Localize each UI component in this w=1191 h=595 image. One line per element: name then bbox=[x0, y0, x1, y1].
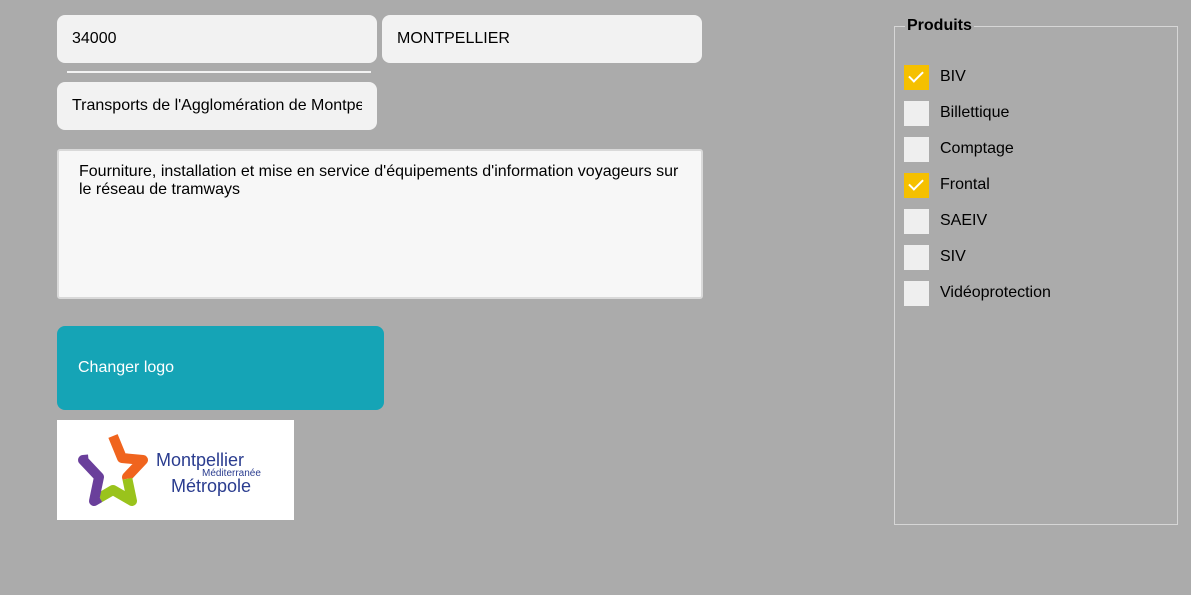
star-logo-icon bbox=[78, 431, 148, 506]
product-option-label: Frontal bbox=[940, 176, 990, 193]
field-divider bbox=[67, 71, 371, 73]
product-option-label: BIV bbox=[940, 68, 966, 85]
product-option-frontal[interactable]: Frontal bbox=[904, 172, 990, 198]
checkbox[interactable] bbox=[904, 100, 929, 126]
products-legend: Produits bbox=[907, 17, 972, 34]
change-logo-button[interactable]: Changer logo bbox=[57, 326, 384, 410]
logo-text-line3: Métropole bbox=[171, 476, 252, 496]
checkbox[interactable] bbox=[904, 208, 929, 234]
checkbox[interactable] bbox=[904, 172, 929, 198]
product-option-label: Vidéoprotection bbox=[940, 284, 1051, 301]
checkbox[interactable] bbox=[904, 64, 929, 90]
product-option-billettique[interactable]: Billettique bbox=[904, 100, 1009, 126]
checkbox[interactable] bbox=[904, 136, 929, 162]
description-textarea[interactable]: Fourniture, installation et mise en serv… bbox=[57, 149, 703, 299]
product-option-label: Comptage bbox=[940, 140, 1014, 157]
postal-code-input[interactable] bbox=[57, 15, 377, 63]
product-option-siv[interactable]: SIV bbox=[904, 244, 966, 270]
product-option-label: Billettique bbox=[940, 104, 1010, 121]
product-option-comptage[interactable]: Comptage bbox=[904, 136, 1014, 162]
city-input[interactable] bbox=[382, 15, 702, 63]
checkbox[interactable] bbox=[904, 280, 929, 306]
product-option-vidéoprotection[interactable]: Vidéoprotection bbox=[904, 280, 1051, 306]
product-option-saeiv[interactable]: SAEIV bbox=[904, 208, 987, 234]
product-option-label: SAEIV bbox=[940, 212, 988, 229]
organization-logo: Montpellier Méditerranée Métropole bbox=[57, 420, 294, 520]
product-option-label: SIV bbox=[940, 248, 966, 265]
product-option-biv[interactable]: BIV bbox=[904, 64, 966, 90]
organization-input[interactable] bbox=[57, 82, 377, 130]
checkbox[interactable] bbox=[904, 244, 929, 270]
products-fieldset: Produits BIV Billettique Comptage Frontal SA… bbox=[894, 17, 1178, 525]
